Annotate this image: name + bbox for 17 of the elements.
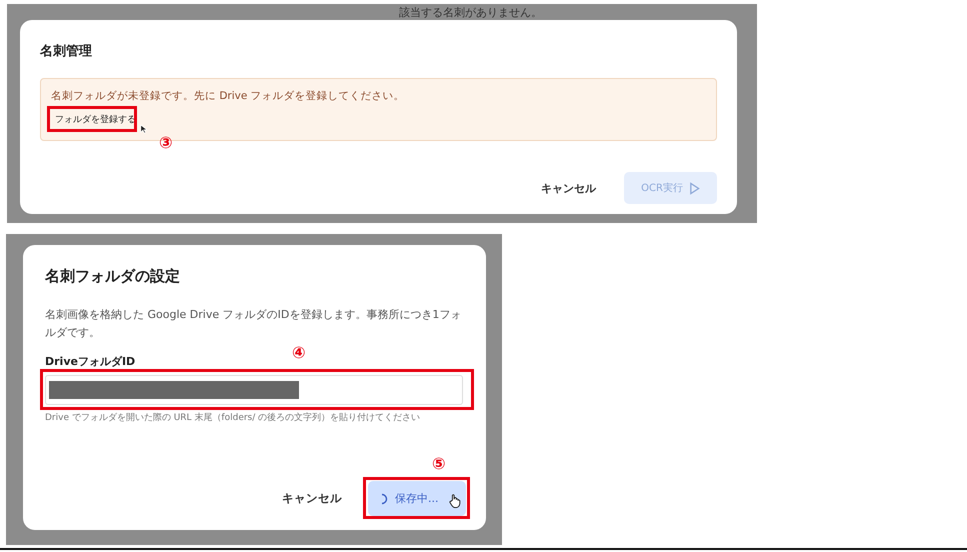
dialog-title: 名刺フォルダの設定 <box>45 267 181 286</box>
folder-id-field[interactable] <box>45 375 463 405</box>
empty-message: 該当する名刺がありません。 <box>399 5 542 20</box>
step-number: ③ <box>159 133 173 152</box>
field-label: DriveフォルダID <box>45 354 136 369</box>
alert-message: 名刺フォルダが未登録です。先に Drive フォルダを登録してください。 <box>51 89 405 103</box>
step-number: ⑤ <box>432 454 446 473</box>
dialog-description: 名刺画像を格納した Google Drive フォルダのIDを登録します。事務所につき1フォルダです。 <box>45 307 462 341</box>
hand-cursor-icon <box>448 493 462 509</box>
field-hint: Drive でフォルダを開いた際の URL 末尾（folders/ の後ろの文字列）を貼り付けてください <box>45 412 422 425</box>
step-number: ④ <box>292 343 306 362</box>
cancel-button[interactable]: キャンセル <box>535 180 602 196</box>
dialog-title: 名刺管理 <box>40 43 93 60</box>
save-button[interactable]: 保存中... <box>368 481 466 516</box>
cancel-button[interactable]: キャンセル <box>276 490 348 507</box>
play-icon <box>688 182 700 194</box>
cursor-icon <box>140 124 148 134</box>
